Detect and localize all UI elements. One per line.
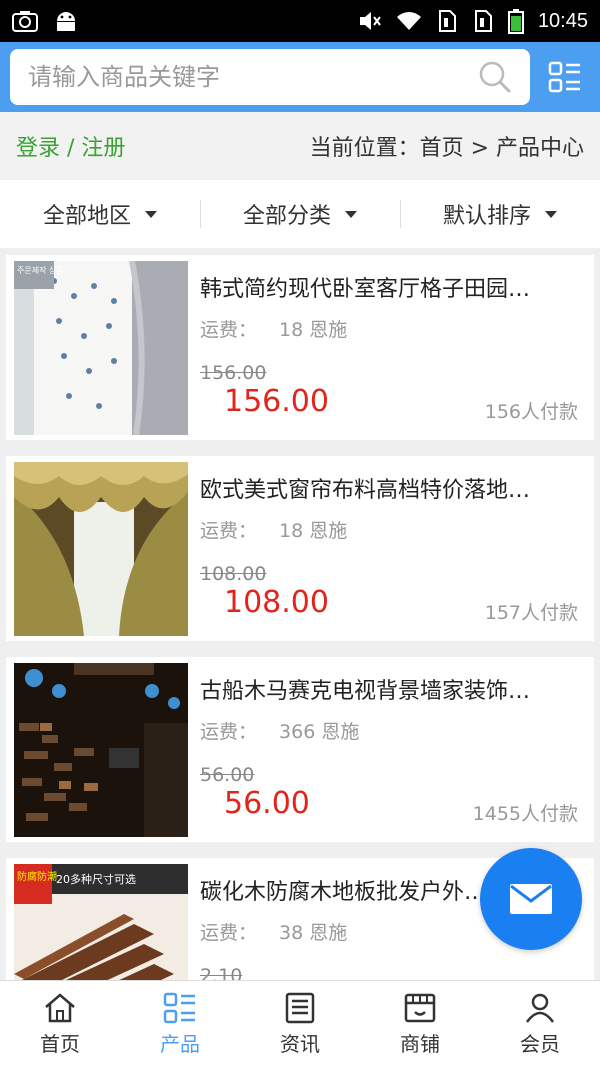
product-card[interactable]: 주문제작 상품 韩式简约现代卧室客厅格子田园… 运费： 18 恩施 156.00 … (6, 255, 594, 440)
news-icon (285, 992, 315, 1023)
filter-category[interactable]: 全部分类 (200, 198, 400, 230)
product-image: 주문제작 상품 (14, 261, 188, 435)
grid-list-icon (163, 992, 195, 1023)
shipping-value: 18 恩施 (279, 319, 348, 341)
sim1-icon (438, 10, 456, 32)
bottom-nav: 首页 产品 资讯 商铺 会员 (0, 980, 600, 1067)
status-bar: 10:45 (0, 0, 600, 42)
product-original-price: 108.00 (200, 563, 267, 585)
filter-category-label: 全部分类 (242, 204, 331, 229)
shipping-label: 运费： (200, 319, 258, 341)
caret-down-icon (345, 210, 357, 218)
nav-shop-label: 商铺 (400, 1031, 440, 1056)
nav-member[interactable]: 会员 (480, 981, 600, 1067)
product-card[interactable]: 欧式美式窗帘布料高档特价落地… 运费： 18 恩施 108.00 108.00 1… (6, 456, 594, 641)
search-icon[interactable] (478, 60, 512, 94)
sim2-icon (474, 10, 492, 32)
product-shipping: 运费： 366 恩施 (200, 717, 586, 744)
login-register-link[interactable]: 登录 / 注册 (16, 130, 125, 162)
shipping-label: 运费： (200, 520, 258, 542)
nav-member-label: 会员 (520, 1031, 560, 1056)
breadcrumb: 当前位置：首页 > 产品中心 (309, 136, 584, 161)
product-original-price: 56.00 (200, 764, 255, 786)
shop-icon (404, 993, 436, 1022)
nav-home-label: 首页 (40, 1031, 80, 1056)
shipping-label: 运费： (200, 922, 258, 944)
product-shipping: 运费： 18 恩施 (200, 516, 586, 543)
filter-sort[interactable]: 默认排序 (400, 198, 600, 230)
product-image-banner: 20多种尺寸可选 (56, 872, 136, 886)
product-sales-count: 1455人付款 (472, 803, 578, 825)
nav-shop[interactable]: 商铺 (360, 981, 480, 1067)
shipping-label: 运费： (200, 721, 258, 743)
nav-news-label: 资讯 (280, 1031, 320, 1056)
status-time: 10:45 (537, 9, 588, 32)
shipping-value: 366 恩施 (279, 721, 360, 743)
shipping-value: 18 恩施 (279, 520, 348, 542)
wifi-icon (396, 12, 421, 30)
caret-down-icon (545, 210, 557, 218)
nav-home[interactable]: 首页 (0, 981, 120, 1067)
product-title[interactable]: 古船木马赛克电视背景墙家装饰… (200, 673, 580, 705)
mute-icon (359, 12, 381, 30)
category-list-icon (548, 61, 580, 93)
nav-products-label: 产品 (160, 1031, 200, 1056)
search-input[interactable] (28, 63, 478, 91)
product-title[interactable]: 韩式简约现代卧室客厅格子田园… (200, 271, 580, 303)
filter-sort-label: 默认排序 (442, 204, 531, 229)
nav-news[interactable]: 资讯 (240, 981, 360, 1067)
product-image-badge: 주문제작 상품 (17, 265, 64, 275)
user-icon (525, 993, 555, 1023)
filter-bar: 全部地区 全部分类 默认排序 (0, 180, 600, 248)
nav-products[interactable]: 产品 (120, 981, 240, 1067)
product-sales-count: 157人付款 (484, 602, 578, 624)
product-image-badge: 防腐防潮 (17, 870, 57, 883)
filter-region[interactable]: 全部地区 (0, 198, 200, 230)
product-original-price: 156.00 (200, 362, 267, 384)
filter-region-label: 全部地区 (42, 204, 131, 229)
screenshot-icon (12, 11, 38, 32)
product-sales-count: 156人付款 (484, 401, 578, 423)
mail-icon (510, 884, 552, 914)
breadcrumb-bar: 登录 / 注册 当前位置：首页 > 产品中心 (0, 112, 600, 180)
message-fab[interactable] (480, 848, 582, 950)
android-icon (57, 12, 75, 31)
product-image (14, 462, 188, 636)
product-image (14, 663, 188, 837)
shipping-value: 38 恩施 (279, 922, 348, 944)
product-title[interactable]: 欧式美式窗帘布料高档特价落地… (200, 472, 580, 504)
product-shipping: 运费： 18 恩施 (200, 315, 586, 342)
home-icon (45, 992, 75, 1022)
category-menu-button[interactable] (548, 60, 582, 94)
product-card[interactable]: 古船木马赛克电视背景墙家装饰… 运费： 366 恩施 56.00 56.00 14… (6, 657, 594, 842)
header (0, 42, 600, 112)
caret-down-icon (145, 210, 157, 218)
battery-icon (507, 9, 524, 34)
search-box[interactable] (10, 49, 530, 105)
